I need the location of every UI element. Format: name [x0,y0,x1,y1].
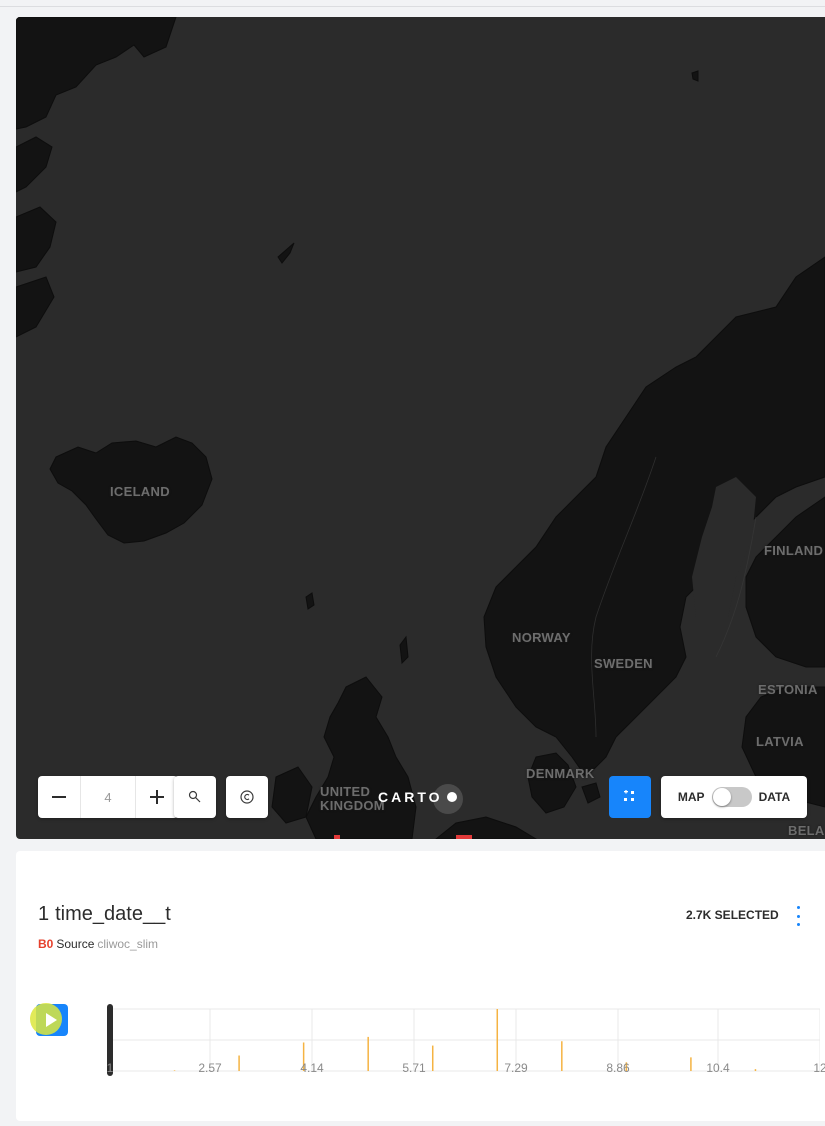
map-label-norway: NORWAY [512,630,571,645]
widget-title-text: time_date__t [55,903,171,925]
x-tick-label: 4.14 [300,1061,324,1075]
widget-index: 1 [38,903,50,925]
zoom-out-button[interactable] [38,776,80,818]
zoom-level: 4 [80,776,136,818]
search-icon [188,790,201,803]
map-label-denmark: DENMARK [526,766,595,781]
x-tick-label: 12 [813,1061,825,1075]
widget-panel: 1 time_date__t B0 Source cliwoc_slim 2.7K S… [16,851,825,1121]
x-tick-label: 1 [106,1061,114,1075]
widget-title: 1 time_date__t [38,903,171,926]
widget-menu-button[interactable] [790,904,806,928]
toggle-knob [712,788,731,806]
x-tick-label: 10.4 [706,1061,730,1075]
map-search-button[interactable] [174,776,216,818]
x-tick-label: 7.29 [504,1061,528,1075]
zoom-in-button[interactable] [136,776,178,818]
attribution-button[interactable] [226,776,268,818]
source-name: cliwoc_slim [97,937,159,951]
histogram-bar[interactable] [367,1036,369,1071]
histogram-bar[interactable] [690,1057,692,1071]
map-label-iceland: ICELAND [110,484,170,499]
view-toggle-switch[interactable] [711,787,752,807]
x-tick-label: 8.86 [606,1061,630,1075]
widgets-button[interactable] [609,776,651,818]
zoom-control: 4 [38,776,178,818]
histogram-bar[interactable] [561,1041,563,1071]
histogram-bar[interactable] [754,1069,757,1071]
carto-logo-text: CARTO [378,789,443,805]
minus-icon [52,796,66,798]
x-tick-label: 5.71 [402,1061,426,1075]
layer-badge: B0 [38,937,54,951]
carto-logo: CARTO [378,789,457,805]
histogram-bar[interactable] [173,1070,176,1071]
map-data-toggle: MAP DATA [661,776,807,818]
play-icon [46,1013,57,1027]
histogram-bar[interactable] [431,1045,434,1071]
top-divider [0,6,825,7]
histogram-bar[interactable] [238,1055,240,1072]
x-tick-label: 2.57 [198,1061,222,1075]
toggle-data-label[interactable]: DATA [759,790,791,804]
more-vertical-icon-dot [796,906,800,909]
copyright-icon [240,790,254,804]
basemap-land [16,17,825,839]
more-vertical-icon-dot [796,923,800,926]
map-label-finland: FINLAND [764,543,824,558]
map-label-latvia: LATVIA [756,734,804,749]
widgets-icon [624,790,634,801]
map-label-estonia: ESTONIA [758,682,818,697]
map-label-sweden: SWEDEN [594,656,653,671]
more-vertical-icon-dot [796,914,800,918]
plus-icon [150,790,164,804]
toggle-map-label[interactable]: MAP [678,790,705,804]
carto-logo-dot [446,792,457,802]
selected-count: 2.7K SELECTED [686,908,779,922]
map-view[interactable]: ICELAND NORWAY SWEDEN FINLAND ESTONIA LA… [16,17,825,839]
histogram-bar[interactable] [496,1009,499,1071]
source-label: Source [56,937,95,951]
map-label-bela: BELA [788,823,825,838]
widget-source: B0 Source cliwoc_slim [38,937,158,951]
